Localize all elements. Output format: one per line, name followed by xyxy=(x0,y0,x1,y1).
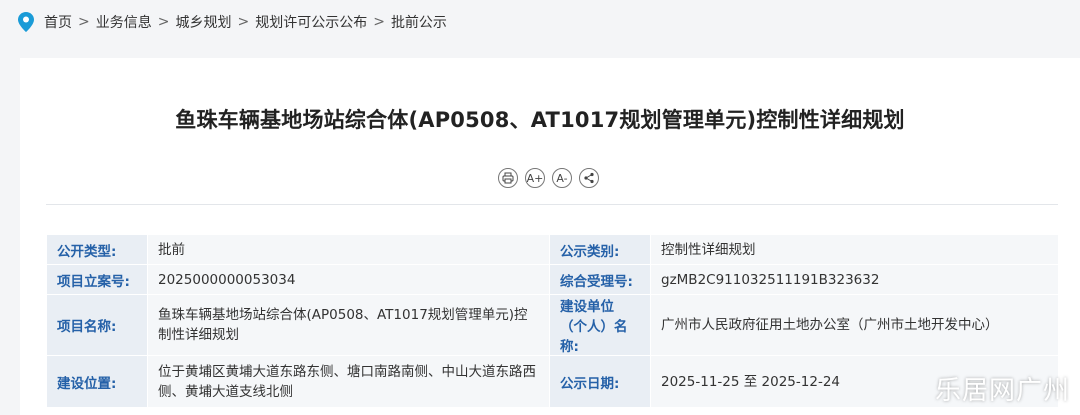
article-title: 鱼珠车辆基地场站综合体(AP0508、AT1017规划管理单元)控制性详细规划 xyxy=(175,108,905,132)
project-name-label: 项目名称: xyxy=(46,294,148,356)
print-button[interactable] xyxy=(498,168,518,188)
breadcrumb-separator: > xyxy=(373,14,385,30)
developer-name-value: 广州市人民政府征用土地办公室（广州市土地开发中心） xyxy=(650,294,1059,356)
table-row: 建设位置: 位于黄埔区黄埔大道东路东侧、塘口南路南侧、中山大道东路西侧、黄埔大道… xyxy=(46,355,1059,408)
breadcrumb-permit-notice-link[interactable]: 规划许可公示公布 xyxy=(255,12,367,32)
disclosure-type-value: 批前 xyxy=(147,234,550,265)
breadcrumb-business-info-link[interactable]: 业务信息 xyxy=(96,12,152,32)
project-filing-number-value: 2025000000053034 xyxy=(147,264,550,295)
share-button[interactable] xyxy=(579,168,599,188)
location-pin-icon xyxy=(18,12,34,32)
project-info-table: 公开类型: 批前 公示类别: 控制性详细规划 项目立案号: 2025000000… xyxy=(46,234,1059,408)
breadcrumb-pre-approval-link[interactable]: 批前公示 xyxy=(391,12,447,32)
font-decrease-icon: A- xyxy=(556,171,568,185)
print-icon xyxy=(502,172,514,184)
breadcrumb-separator: > xyxy=(157,14,170,30)
project-name-value: 鱼珠车辆基地场站综合体(AP0508、AT1017规划管理单元)控制性详细规划 xyxy=(147,294,550,356)
breadcrumb-urban-planning-link[interactable]: 城乡规划 xyxy=(175,12,231,32)
disclosure-type-label: 公开类型: xyxy=(46,234,148,265)
acceptance-number-label: 综合受理号: xyxy=(549,264,651,295)
watermark: 乐居网广州 xyxy=(934,376,1070,406)
construction-location-label: 建设位置: xyxy=(46,355,148,408)
breadcrumb-home-link[interactable]: 首页 xyxy=(44,12,72,32)
title-divider xyxy=(46,204,1058,205)
notice-date-label: 公示日期: xyxy=(549,355,651,408)
font-increase-button[interactable]: A+ xyxy=(525,168,545,188)
table-row: 项目名称: 鱼珠车辆基地场站综合体(AP0508、AT1017规划管理单元)控制… xyxy=(46,294,1059,356)
construction-location-value: 位于黄埔区黄埔大道东路东侧、塘口南路南侧、中山大道东路西侧、黄埔大道支线北侧 xyxy=(147,355,550,408)
project-filing-number-label: 项目立案号: xyxy=(46,264,148,295)
developer-name-label: 建设单位（个人）名称: xyxy=(549,294,651,356)
notice-category-value: 控制性详细规划 xyxy=(650,234,1059,265)
breadcrumb-separator: > xyxy=(78,14,90,30)
acceptance-number-value: gzMB2C911032511191B323632 xyxy=(650,264,1059,295)
article-card: 鱼珠车辆基地场站综合体(AP0508、AT1017规划管理单元)控制性详细规划 … xyxy=(20,58,1080,415)
breadcrumb: 首页 > 业务信息 > 城乡规划 > 规划许可公示公布 > 批前公示 xyxy=(18,10,447,34)
font-decrease-button[interactable]: A- xyxy=(552,168,572,188)
article-toolbar: A+ A- xyxy=(498,168,606,188)
notice-category-label: 公示类别: xyxy=(549,234,651,265)
breadcrumb-separator: > xyxy=(237,14,250,30)
table-row: 公开类型: 批前 公示类别: 控制性详细规划 xyxy=(46,234,1059,265)
table-row: 项目立案号: 2025000000053034 综合受理号: gzMB2C911… xyxy=(46,264,1059,295)
share-icon xyxy=(584,172,594,184)
font-increase-icon: A+ xyxy=(526,171,544,185)
